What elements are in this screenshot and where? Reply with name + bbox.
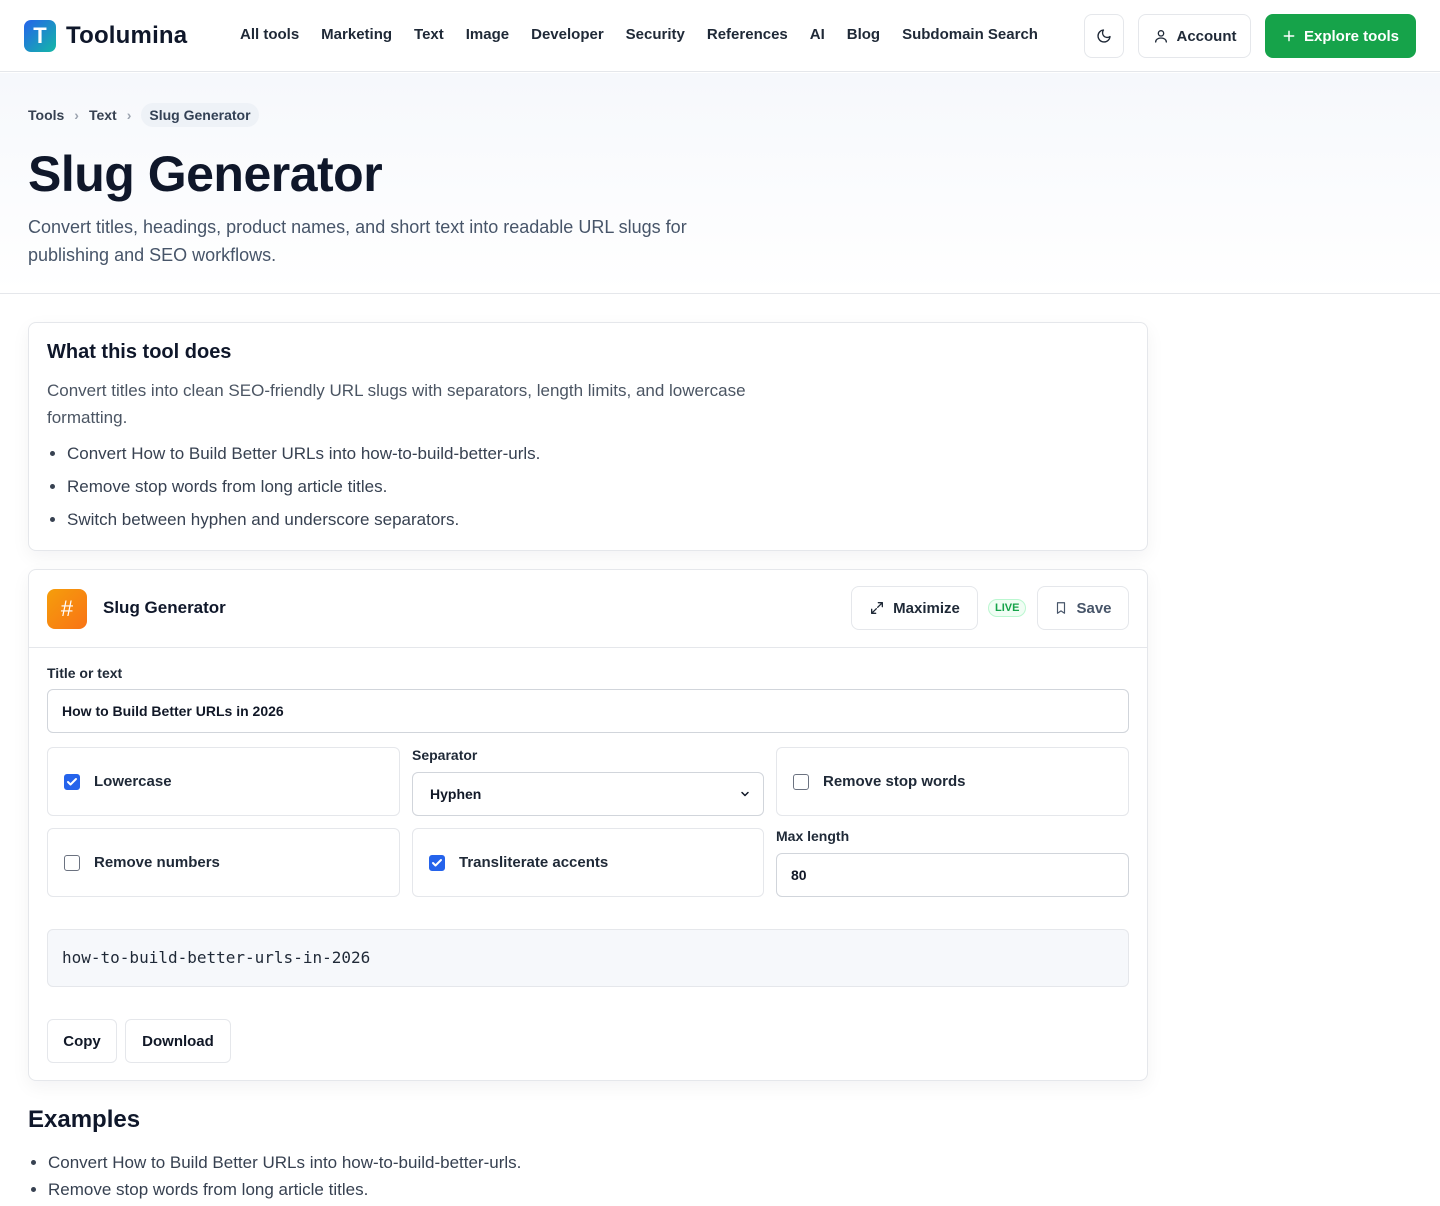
slug-output[interactable]: how-to-build-better-urls-in-2026 xyxy=(47,929,1129,987)
list-item: Convert How to Build Better URLs into ho… xyxy=(67,443,540,476)
transliterate-checkbox[interactable] xyxy=(429,854,445,871)
examples-list: Convert How to Build Better URLs into ho… xyxy=(48,1152,521,1206)
hash-icon: # xyxy=(47,589,87,629)
copy-button[interactable]: Copy xyxy=(47,1019,117,1063)
separator-select[interactable]: Hyphen xyxy=(412,772,764,816)
remove-numbers-option[interactable]: Remove numbers xyxy=(47,828,400,897)
tool-card: # Slug Generator Maximize LIVE Save Titl… xyxy=(28,569,1148,1081)
breadcrumb-current: Slug Generator xyxy=(141,103,259,127)
bookmark-icon xyxy=(1057,602,1066,614)
save-label: Save xyxy=(1076,599,1112,617)
lowercase-option[interactable]: Lowercase xyxy=(47,747,400,816)
nav-ai[interactable]: AI xyxy=(810,26,825,43)
user-icon xyxy=(1154,30,1167,43)
nav-all-tools[interactable]: All tools xyxy=(240,26,299,43)
tool-name: Slug Generator xyxy=(103,598,226,617)
chevron-right-icon: › xyxy=(126,107,132,123)
chevron-right-icon: › xyxy=(74,107,79,123)
list-item: Convert How to Build Better URLs into ho… xyxy=(48,1152,521,1179)
separator-label: Separator xyxy=(412,747,478,763)
account-button[interactable]: Account xyxy=(1138,14,1251,58)
logo[interactable]: T Toolumina xyxy=(24,20,187,52)
plus-icon xyxy=(1283,30,1295,42)
about-title: What this tool does xyxy=(47,341,232,363)
transliterate-label: Transliterate accents xyxy=(459,854,609,871)
separator-value: Hyphen xyxy=(430,786,482,802)
about-description: Convert titles into clean SEO-friendly U… xyxy=(47,381,746,427)
breadcrumb-tools[interactable]: Tools xyxy=(28,107,64,123)
page-title: Slug Generator xyxy=(28,146,383,202)
check-icon xyxy=(432,858,442,866)
examples-title: Examples xyxy=(28,1106,141,1133)
check-icon xyxy=(67,777,77,785)
tool-header: # Slug Generator Maximize LIVE Save xyxy=(29,570,1147,648)
breadcrumb-text[interactable]: Text xyxy=(89,107,117,123)
live-badge: LIVE xyxy=(988,599,1027,617)
maximize-button[interactable]: Maximize xyxy=(851,586,978,630)
page-hero: Tools › Text › Slug Generator Slug Gener… xyxy=(0,73,1440,294)
nav-developer[interactable]: Developer xyxy=(531,26,604,43)
about-bullets: Convert How to Build Better URLs into ho… xyxy=(67,443,540,542)
nav-references[interactable]: References xyxy=(707,26,788,43)
lowercase-label: Lowercase xyxy=(94,773,172,790)
remove-numbers-checkbox[interactable] xyxy=(64,854,80,871)
nav-subdomain-search[interactable]: Subdomain Search xyxy=(902,26,1038,43)
page-description: Convert titles, headings, product names,… xyxy=(28,217,687,265)
moon-icon xyxy=(1097,29,1111,43)
account-label: Account xyxy=(1176,27,1237,45)
expand-icon xyxy=(871,602,884,614)
title-input[interactable] xyxy=(47,689,1129,733)
remove-stop-words-checkbox[interactable] xyxy=(793,773,809,790)
list-item: Switch between hyphen and underscore sep… xyxy=(67,509,540,542)
save-button[interactable]: Save xyxy=(1037,586,1129,630)
logo-mark: T xyxy=(24,20,56,52)
nav-blog[interactable]: Blog xyxy=(847,26,880,43)
nav-text[interactable]: Text xyxy=(414,26,444,43)
theme-toggle-button[interactable] xyxy=(1084,14,1124,58)
remove-stop-words-label: Remove stop words xyxy=(823,773,966,790)
nav-image[interactable]: Image xyxy=(466,26,509,43)
explore-tools-button[interactable]: Explore tools xyxy=(1265,14,1416,58)
remove-stop-words-option[interactable]: Remove stop words xyxy=(776,747,1129,816)
list-item: Remove stop words from long article titl… xyxy=(48,1179,521,1206)
transliterate-option[interactable]: Transliterate accents xyxy=(412,828,764,897)
chevron-down-icon xyxy=(741,791,749,797)
max-length-label: Max length xyxy=(776,828,850,844)
lowercase-checkbox[interactable] xyxy=(64,773,80,790)
main-nav: All tools Marketing Text Image Developer… xyxy=(240,26,1038,43)
nav-security[interactable]: Security xyxy=(626,26,685,43)
download-button[interactable]: Download xyxy=(125,1019,231,1063)
remove-numbers-label: Remove numbers xyxy=(94,854,220,871)
nav-marketing[interactable]: Marketing xyxy=(321,26,392,43)
maximize-label: Maximize xyxy=(893,599,960,617)
list-item: Remove stop words from long article titl… xyxy=(67,476,540,509)
top-navigation: T Toolumina All tools Marketing Text Ima… xyxy=(0,0,1440,72)
about-card: What this tool does Convert titles into … xyxy=(28,322,1148,551)
max-length-input[interactable] xyxy=(776,853,1129,897)
breadcrumb: Tools › Text › Slug Generator xyxy=(28,103,259,127)
brand-name: Toolumina xyxy=(66,22,188,49)
title-input-label: Title or text xyxy=(47,665,123,681)
explore-label: Explore tools xyxy=(1303,27,1400,45)
